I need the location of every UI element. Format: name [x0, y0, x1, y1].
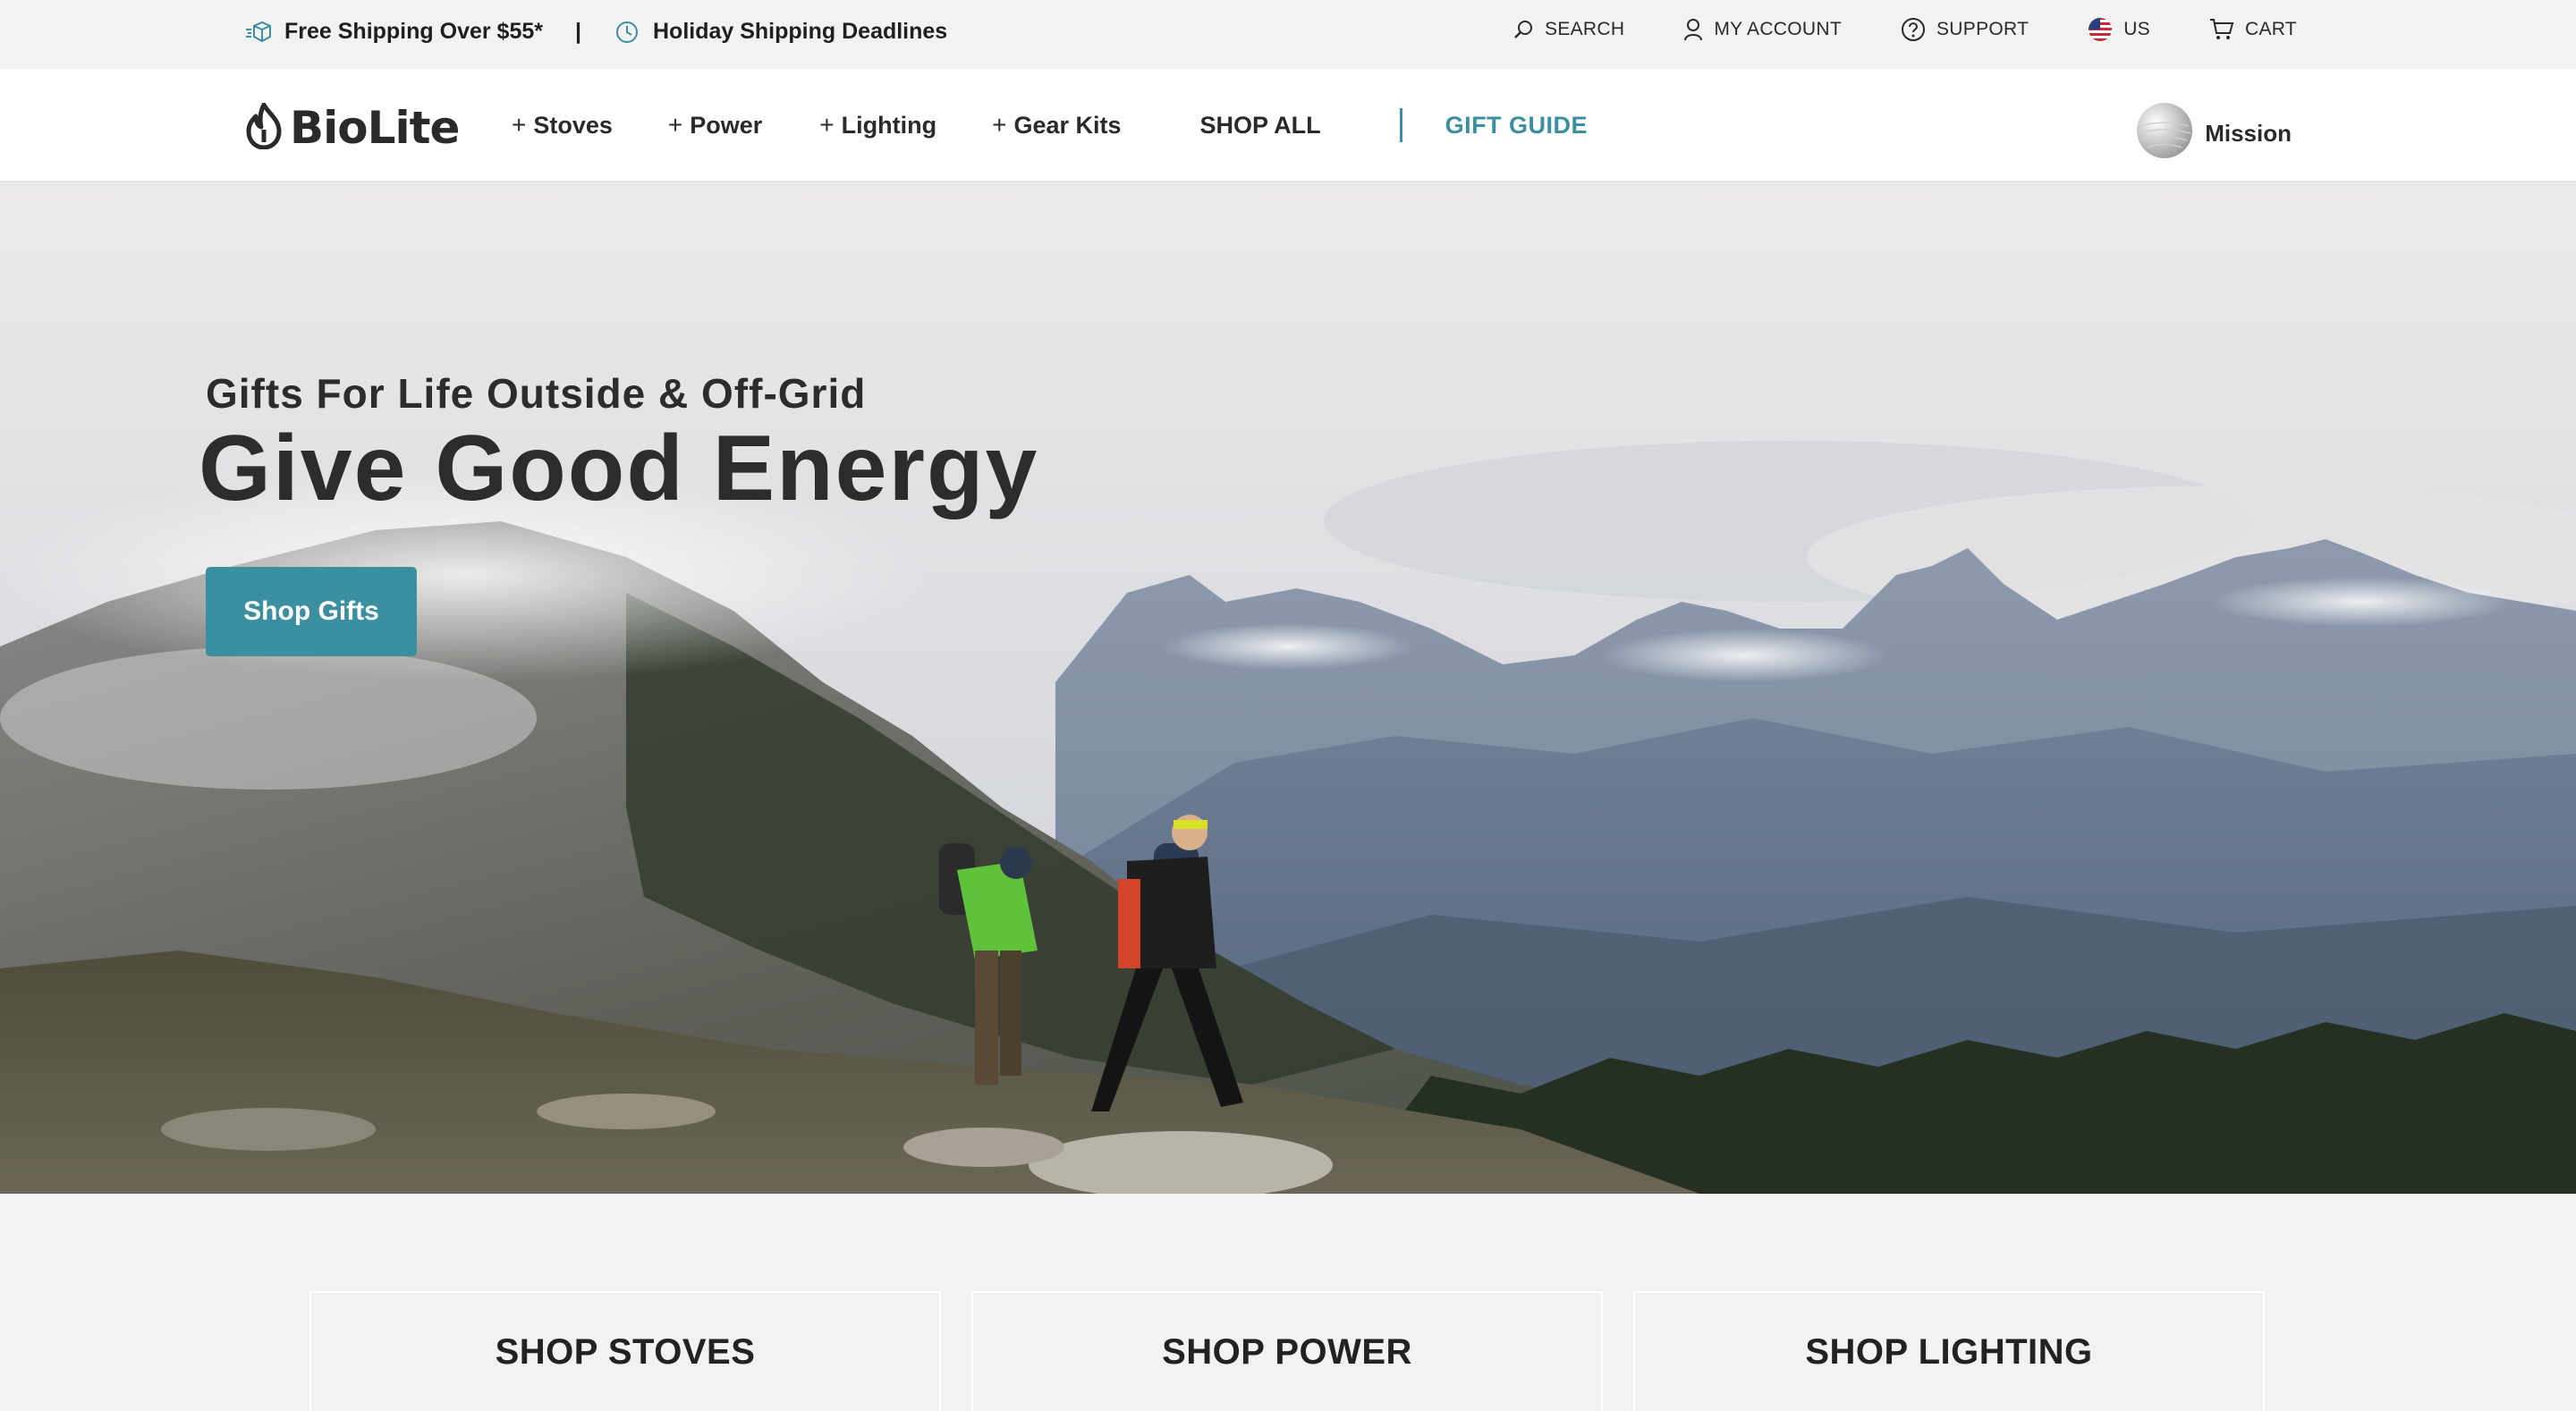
search-label: SEARCH: [1545, 19, 1625, 39]
mission-link[interactable]: Mission: [2135, 101, 2292, 166]
logo[interactable]: BioLite: [243, 102, 460, 154]
shop-power-card[interactable]: SHOP POWER: [971, 1291, 1603, 1411]
mission-globe-icon: [2135, 101, 2194, 166]
nav-divider: [1399, 108, 1402, 142]
nav-item-label: Stoves: [533, 111, 613, 139]
nav-item-gear-kits[interactable]: + Gear Kits: [992, 111, 1121, 139]
shipping-box-icon: [245, 19, 272, 46]
nav-item-shop-all[interactable]: SHOP ALL: [1200, 112, 1321, 139]
user-icon: [1683, 18, 1703, 41]
nav-item-stoves[interactable]: + Stoves: [512, 111, 613, 139]
utility-separator: |: [575, 19, 581, 44]
region-label: US: [2123, 19, 2150, 39]
card-title: SHOP LIGHTING: [1805, 1332, 2093, 1372]
hero-banner: Gifts For Life Outside & Off-Grid Give G…: [0, 182, 2576, 1194]
nav-item-label: Gear Kits: [1013, 111, 1122, 139]
support-label: SUPPORT: [1936, 19, 2029, 39]
nav-item-lighting[interactable]: + Lighting: [819, 111, 936, 139]
hero-landscape-image: [0, 182, 2576, 1194]
shop-lighting-card[interactable]: SHOP LIGHTING: [1633, 1291, 2265, 1411]
cart-link[interactable]: CART: [2209, 18, 2297, 41]
my-account-link[interactable]: MY ACCOUNT: [1683, 18, 1842, 41]
shipping-promo-link[interactable]: Free Shipping Over $55*: [284, 19, 543, 45]
region-selector[interactable]: US: [2088, 17, 2150, 42]
cart-label: CART: [2245, 19, 2297, 39]
shop-stoves-card[interactable]: SHOP STOVES: [309, 1291, 941, 1411]
expand-plus-icon: +: [667, 111, 683, 139]
expand-plus-icon: +: [819, 111, 835, 139]
mission-label: Mission: [2205, 120, 2292, 147]
nav-item-label: Power: [690, 111, 763, 139]
nav-links: + Stoves + Power + Lighting + Gear Kits …: [512, 69, 1588, 182]
us-flag-icon: [2088, 17, 2113, 42]
search-icon: [1513, 19, 1534, 40]
search-link[interactable]: SEARCH: [1513, 19, 1624, 40]
nav-item-gift-guide[interactable]: GIFT GUIDE: [1445, 112, 1589, 139]
card-title: SHOP STOVES: [495, 1332, 756, 1372]
expand-plus-icon: +: [992, 111, 1007, 139]
utility-left: Free Shipping Over $55* | Holiday Shippi…: [245, 0, 947, 63]
flame-logo-icon: [243, 102, 284, 154]
cart-icon: [2209, 18, 2234, 41]
main-nav: BioLite + Stoves + Power + Lighting + Ge…: [0, 69, 2576, 182]
utility-right: SEARCH MY ACCOUNT SUPPORT US CART: [1513, 0, 2297, 59]
category-cards: SHOP STOVES SHOP POWER SHOP LIGHTING: [309, 1291, 2265, 1411]
support-link[interactable]: SUPPORT: [1901, 17, 2029, 42]
logo-text: BioLite: [290, 102, 460, 154]
shop-gifts-button[interactable]: Shop Gifts: [206, 567, 417, 656]
utility-bar: Free Shipping Over $55* | Holiday Shippi…: [0, 0, 2576, 69]
card-title: SHOP POWER: [1162, 1332, 1412, 1372]
nav-item-label: SHOP ALL: [1199, 111, 1321, 139]
holiday-deadlines-link[interactable]: Holiday Shipping Deadlines: [653, 19, 947, 45]
hero-subtitle: Gifts For Life Outside & Off-Grid: [206, 370, 867, 417]
clock-icon: [614, 19, 640, 46]
hero-title: Give Good Energy: [199, 417, 1039, 520]
expand-plus-icon: +: [512, 111, 527, 139]
nav-item-power[interactable]: + Power: [668, 111, 762, 139]
help-circle-icon: [1901, 17, 1926, 42]
nav-item-label: Lighting: [841, 111, 937, 139]
my-account-label: MY ACCOUNT: [1714, 19, 1842, 39]
